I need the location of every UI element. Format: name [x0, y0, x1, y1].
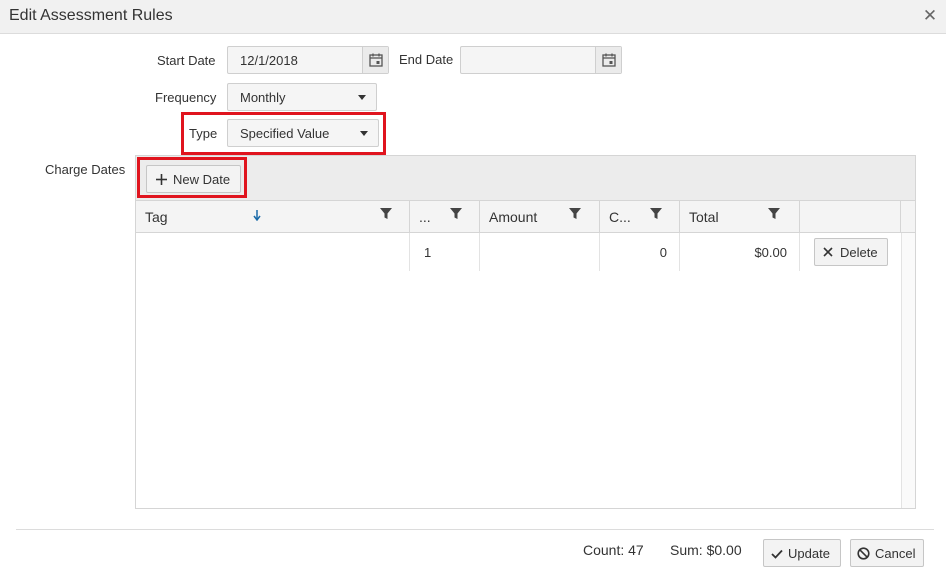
filter-icon[interactable] — [650, 208, 662, 220]
start-date-field[interactable]: 12/1/2018 — [227, 46, 389, 74]
frequency-value: Monthly — [240, 90, 286, 105]
dialog-header: Edit Assessment Rules ✕ — [0, 0, 946, 34]
filter-icon[interactable] — [450, 208, 462, 220]
calendar-icon — [602, 53, 616, 67]
filter-icon[interactable] — [380, 208, 392, 220]
column-header-tag[interactable]: Tag — [136, 201, 410, 232]
vertical-scrollbar[interactable] — [901, 233, 915, 508]
type-select[interactable]: Specified Value — [227, 119, 379, 147]
chevron-down-icon — [360, 131, 368, 136]
cell-c-value: 0 — [659, 245, 667, 260]
start-date-value: 12/1/2018 — [240, 53, 298, 68]
sort-arrow-down-icon — [253, 210, 261, 221]
column-title-amount: Amount — [489, 209, 538, 225]
cell-total-value: $0.00 — [754, 245, 787, 260]
frequency-label: Frequency — [155, 90, 217, 105]
type-value: Specified Value — [240, 126, 330, 141]
column-header-total[interactable]: Total — [680, 201, 800, 232]
update-label: Update — [788, 546, 830, 561]
column-title-tag: Tag — [145, 209, 168, 225]
cell-col2-value: 1 — [424, 245, 432, 260]
chevron-down-icon — [358, 95, 366, 100]
cell-tag[interactable] — [136, 233, 410, 271]
start-date-label: Start Date — [157, 53, 216, 68]
calendar-icon — [369, 53, 383, 67]
cell-amount[interactable] — [480, 233, 600, 271]
table-row[interactable]: 1 0 $0.00 Delete — [136, 233, 901, 271]
cell-col2[interactable]: 1 — [410, 233, 480, 271]
filter-icon[interactable] — [768, 208, 780, 220]
count-text: Count: 47 — [583, 542, 644, 558]
column-title-total: Total — [689, 209, 719, 225]
cell-c[interactable]: 0 — [600, 233, 680, 271]
calendar-button-start[interactable] — [362, 47, 388, 73]
footer-divider — [16, 529, 934, 530]
close-icon[interactable]: ✕ — [922, 7, 938, 24]
frequency-select[interactable]: Monthly — [227, 83, 377, 111]
new-date-highlight-box — [137, 157, 247, 198]
filter-icon[interactable] — [569, 208, 581, 220]
cancel-button[interactable]: Cancel — [850, 539, 924, 567]
ban-icon — [857, 547, 870, 560]
update-button[interactable]: Update — [763, 539, 841, 567]
column-header-amount[interactable]: Amount — [480, 201, 600, 232]
close-icon — [823, 247, 833, 257]
column-header-2[interactable]: ... — [410, 201, 480, 232]
type-label: Type — [189, 126, 218, 141]
delete-label: Delete — [840, 245, 878, 260]
column-title-c: C... — [609, 209, 631, 225]
end-date-label: End Date — [399, 52, 454, 67]
charge-dates-grid: New Date Tag ... Amount C... Total 1 0 $… — [135, 155, 916, 509]
sum-text: Sum: $0.00 — [670, 542, 742, 558]
charge-dates-label: Charge Dates — [45, 162, 126, 177]
end-date-field[interactable] — [460, 46, 622, 74]
cancel-label: Cancel — [875, 546, 916, 561]
calendar-button-end[interactable] — [595, 47, 621, 73]
grid-header: Tag ... Amount C... Total — [136, 201, 915, 233]
dialog-title: Edit Assessment Rules — [9, 7, 173, 24]
column-header-actions — [800, 201, 901, 232]
delete-button[interactable]: Delete — [814, 238, 888, 266]
column-title-2: ... — [419, 209, 431, 225]
grid-toolbar: New Date — [136, 156, 915, 201]
column-header-c[interactable]: C... — [600, 201, 680, 232]
cell-actions: Delete — [800, 233, 901, 271]
cell-total[interactable]: $0.00 — [680, 233, 800, 271]
check-icon — [771, 549, 783, 559]
